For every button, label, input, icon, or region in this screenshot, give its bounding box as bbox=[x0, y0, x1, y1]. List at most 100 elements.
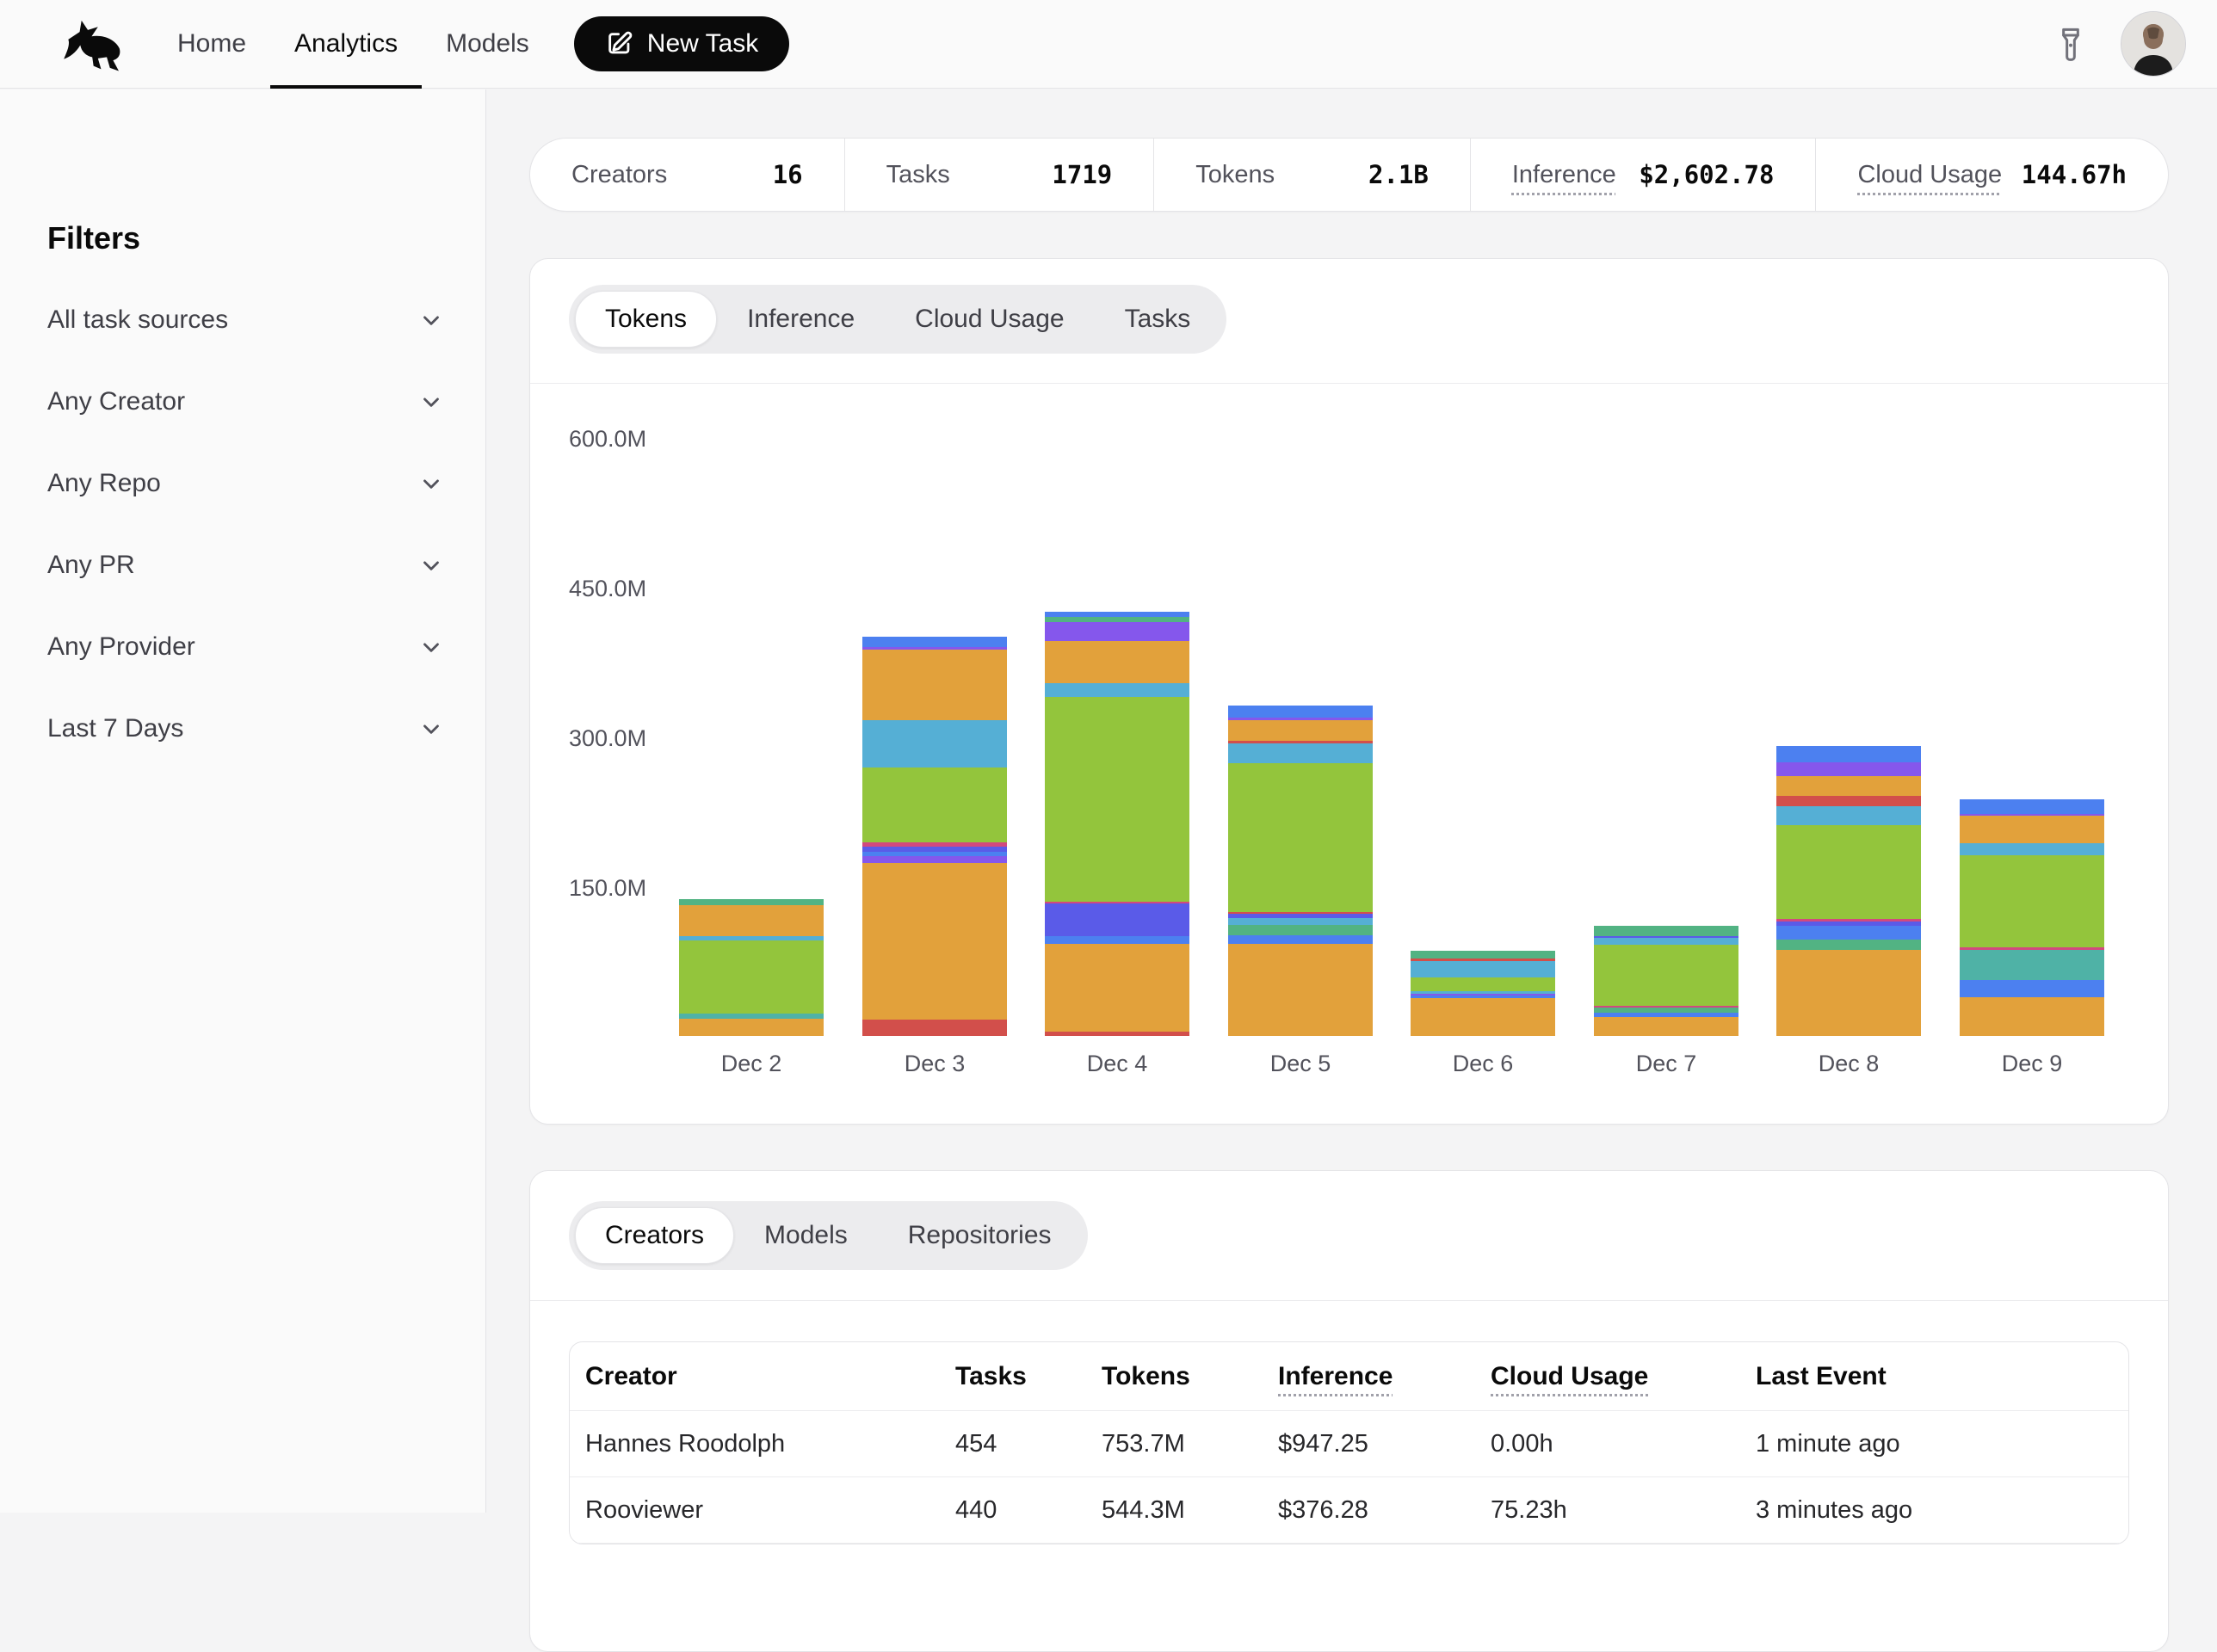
filter-dropdown-last-7-days[interactable]: Last 7 Days bbox=[47, 707, 444, 750]
cell-last-event: 3 minutes ago bbox=[1756, 1496, 2128, 1525]
table-row[interactable]: Hannes Roodolph454753.7M$947.250.00h1 mi… bbox=[570, 1411, 2128, 1477]
stat-label: Tokens bbox=[1195, 161, 1275, 189]
x-axis-label: Dec 6 bbox=[1411, 1051, 1555, 1077]
stacked-bar-dec-7[interactable] bbox=[1594, 926, 1738, 1036]
nav-right-group bbox=[2053, 11, 2186, 77]
bar-segment-orange bbox=[1776, 950, 1921, 1036]
stacked-bar-dec-4[interactable] bbox=[1045, 612, 1189, 1036]
y-axis-tick: 300.0M bbox=[569, 723, 664, 754]
stacked-bar-dec-3[interactable] bbox=[862, 637, 1007, 1036]
bar-segment-seagreen bbox=[1228, 925, 1373, 935]
cell-cloud-usage: 0.00h bbox=[1491, 1430, 1756, 1458]
tab-inference[interactable]: Inference bbox=[717, 291, 885, 348]
bar-segment-skyblue bbox=[1228, 743, 1373, 763]
bar-segment-blue bbox=[1228, 935, 1373, 944]
bar-segment-orange bbox=[679, 1019, 824, 1036]
flashlight-icon[interactable] bbox=[2053, 23, 2091, 65]
nav-item-home[interactable]: Home bbox=[153, 0, 270, 88]
nav-item-models[interactable]: Models bbox=[422, 0, 553, 88]
col-header-label: Tokens bbox=[1102, 1362, 1190, 1390]
stat-inference: Inference$2,602.78 bbox=[1471, 139, 1817, 211]
filter-dropdown-any-pr[interactable]: Any PR bbox=[47, 544, 444, 587]
stat-tokens: Tokens 2.1B bbox=[1154, 139, 1471, 211]
bar-segment-orange bbox=[862, 863, 1007, 1020]
y-axis-tick: 150.0M bbox=[569, 872, 664, 903]
bar-segment-skyblue bbox=[862, 720, 1007, 767]
bar-segment-skyblue bbox=[1960, 843, 2104, 855]
bar-segment-purple bbox=[862, 856, 1007, 863]
stacked-bar-dec-9[interactable] bbox=[1960, 799, 2104, 1036]
filter-label: Any Creator bbox=[47, 387, 185, 416]
stacked-bar-dec-6[interactable] bbox=[1411, 951, 1555, 1036]
table-header-row: CreatorTasksTokensInferenceCloud UsageLa… bbox=[570, 1342, 2128, 1411]
bar-segment-seagreen bbox=[1776, 940, 1921, 950]
filter-label: Any PR bbox=[47, 551, 135, 580]
stat-cloud-usage: Cloud Usage 144.67h bbox=[1816, 139, 2168, 211]
tab-tasks[interactable]: Tasks bbox=[1095, 291, 1221, 348]
bar-segment-green bbox=[1776, 825, 1921, 919]
cell-inference: $376.28 bbox=[1278, 1496, 1491, 1525]
cell-tasks: 440 bbox=[955, 1496, 1102, 1525]
creators-table: CreatorTasksTokensInferenceCloud UsageLa… bbox=[569, 1341, 2129, 1544]
new-task-button[interactable]: New Task bbox=[574, 16, 790, 71]
filter-dropdown-any-provider[interactable]: Any Provider bbox=[47, 626, 444, 669]
table-row[interactable]: Rooviewer440544.3M$376.2875.23h3 minutes… bbox=[570, 1477, 2128, 1544]
user-avatar[interactable] bbox=[2121, 11, 2186, 77]
stat-value: 16 bbox=[773, 160, 803, 189]
bar-segment-blue bbox=[862, 637, 1007, 647]
filters-title: Filters bbox=[47, 220, 140, 256]
bar-segment-orange bbox=[1776, 776, 1921, 796]
filter-dropdown-all-task-sources[interactable]: All task sources bbox=[47, 299, 444, 342]
tab-tokens[interactable]: Tokens bbox=[575, 291, 717, 348]
summary-stats-bar: Creators16Tasks1719Tokens2.1BInference$2… bbox=[529, 138, 2169, 212]
col-header-label[interactable]: Cloud Usage bbox=[1491, 1362, 1648, 1390]
bar-segment-orange bbox=[1960, 816, 2104, 843]
filter-label: Any Repo bbox=[47, 469, 161, 498]
bar-segment-seagreen bbox=[679, 899, 824, 905]
chart-card: TokensInferenceCloud UsageTasks 600.0M 45… bbox=[529, 258, 2169, 1125]
col-header-tokens: Tokens bbox=[1102, 1362, 1278, 1391]
kangaroo-logo[interactable] bbox=[60, 13, 139, 75]
stat-label[interactable]: Inference bbox=[1512, 161, 1616, 189]
filters-sidebar: Filters All task sources Any Creator Any R… bbox=[0, 89, 486, 1513]
tab-cloud-usage[interactable]: Cloud Usage bbox=[885, 291, 1094, 348]
nav-item-analytics[interactable]: Analytics bbox=[270, 0, 422, 88]
bar-segment-blue bbox=[1228, 706, 1373, 718]
cell-cloud-usage: 75.23h bbox=[1491, 1496, 1756, 1525]
stat-label[interactable]: Cloud Usage bbox=[1857, 161, 2002, 189]
bar-segment-seagreen bbox=[1594, 926, 1738, 936]
stacked-bar-dec-8[interactable] bbox=[1776, 746, 1921, 1036]
col-header-last-event: Last Event bbox=[1756, 1362, 2128, 1391]
cell-tokens: 544.3M bbox=[1102, 1496, 1278, 1525]
bar-segment-green bbox=[1594, 945, 1738, 1006]
bar-segment-teal bbox=[1960, 950, 2104, 980]
bar-segment-blue bbox=[1776, 746, 1921, 762]
edit-square-icon bbox=[605, 29, 634, 59]
filter-dropdown-any-creator[interactable]: Any Creator bbox=[47, 380, 444, 423]
cell-tokens: 753.7M bbox=[1102, 1430, 1278, 1458]
filter-dropdown-any-repo[interactable]: Any Repo bbox=[47, 462, 444, 505]
tab-models[interactable]: Models bbox=[734, 1207, 878, 1264]
tab-repositories[interactable]: Repositories bbox=[878, 1207, 1082, 1264]
y-axis-tick: 450.0M bbox=[569, 573, 664, 604]
stacked-bar-dec-2[interactable] bbox=[679, 899, 824, 1036]
col-header-label[interactable]: Inference bbox=[1278, 1362, 1393, 1390]
y-axis-tick: 600.0M bbox=[569, 423, 664, 454]
col-header-cloud-usage: Cloud Usage bbox=[1491, 1362, 1756, 1391]
stacked-bar-dec-5[interactable] bbox=[1228, 706, 1373, 1036]
stat-tasks: Tasks1719 bbox=[845, 139, 1155, 211]
bar-segment-orange bbox=[1411, 998, 1555, 1036]
cell-inference: $947.25 bbox=[1278, 1430, 1491, 1458]
chart-card-divider bbox=[530, 383, 2168, 384]
bar-segment-seagreen bbox=[1411, 951, 1555, 959]
stat-value: 2.1B bbox=[1368, 160, 1429, 189]
x-axis-label: Dec 8 bbox=[1776, 1051, 1921, 1077]
stat-value: 144.67h bbox=[2022, 160, 2127, 189]
col-header-label: Creator bbox=[585, 1362, 677, 1390]
bar-segment-orange bbox=[1228, 944, 1373, 1036]
stat-label: Tasks bbox=[886, 161, 950, 189]
tab-creators[interactable]: Creators bbox=[575, 1207, 734, 1264]
bar-segment-orange bbox=[679, 905, 824, 936]
bar-segment-green bbox=[1960, 855, 2104, 947]
bar-segment-skyblue bbox=[1411, 961, 1555, 977]
